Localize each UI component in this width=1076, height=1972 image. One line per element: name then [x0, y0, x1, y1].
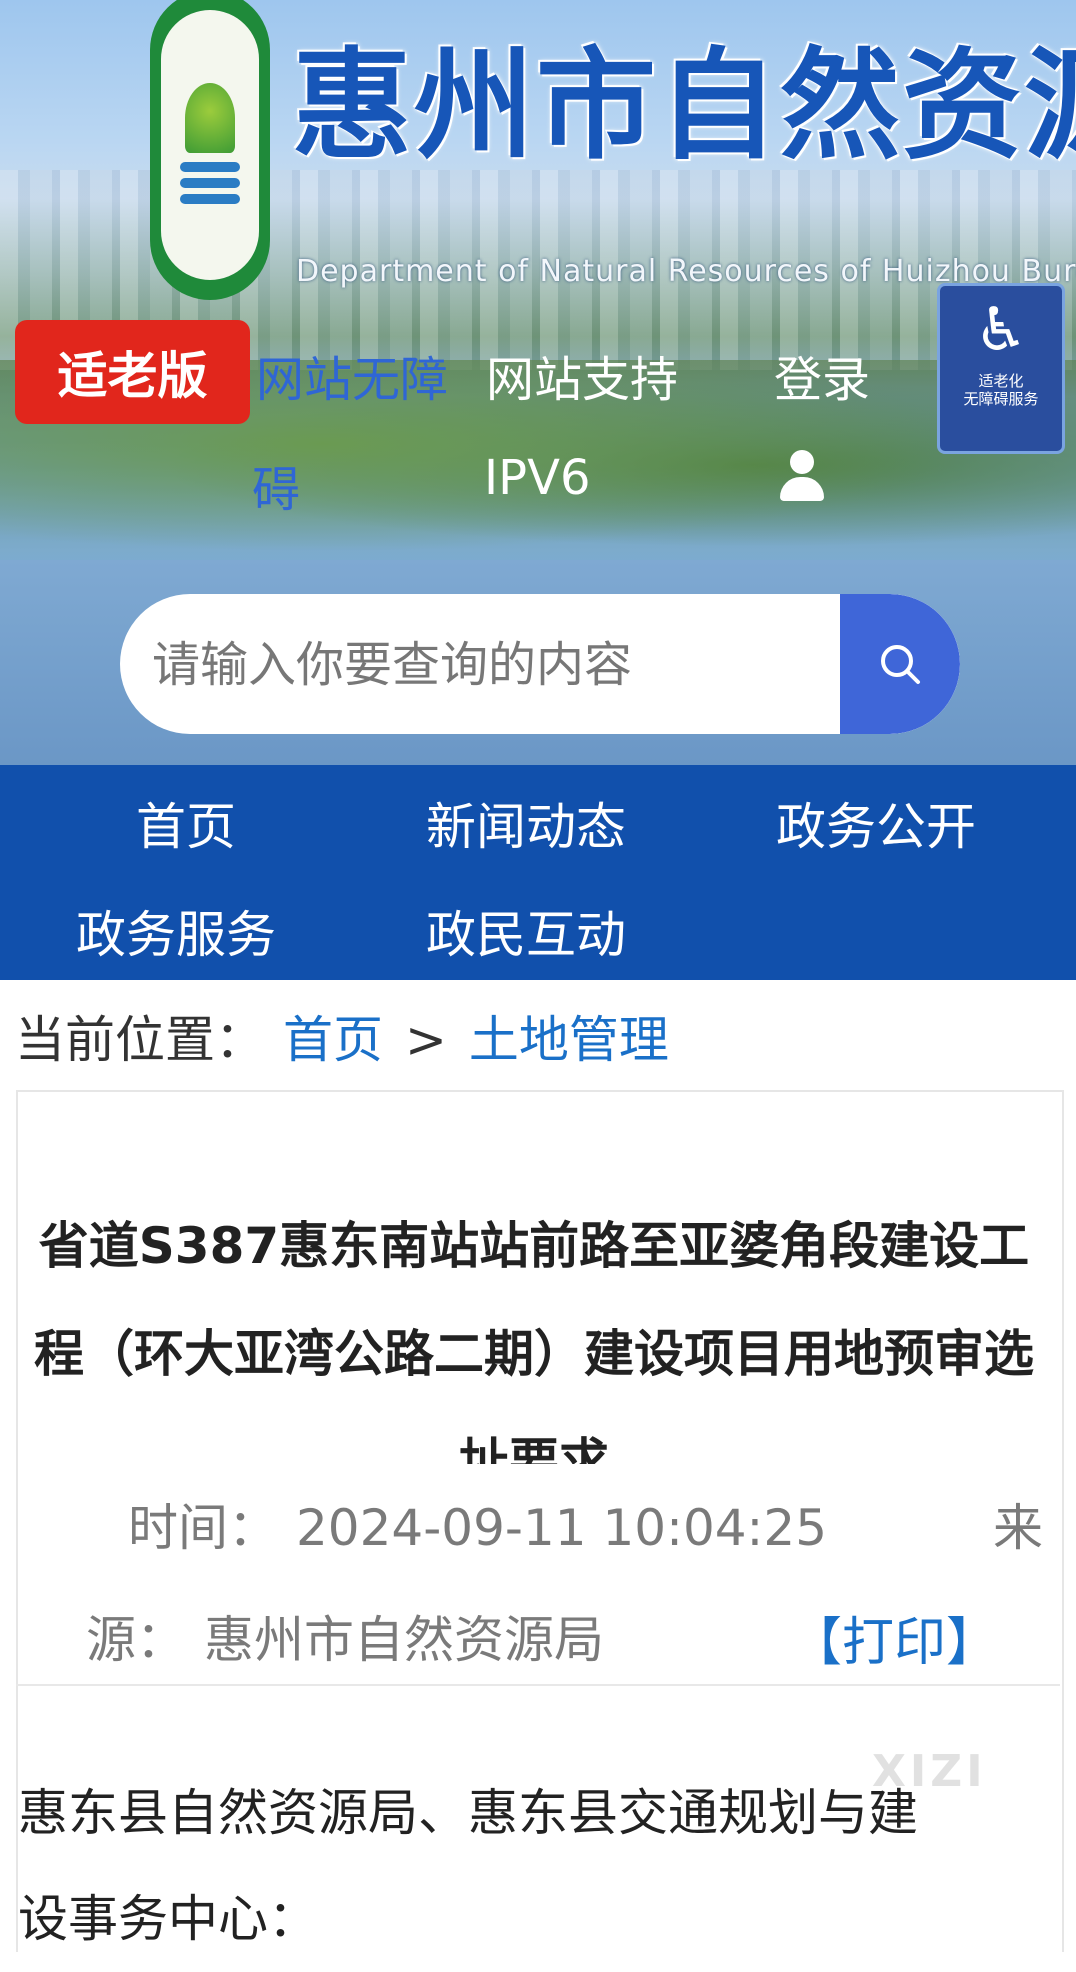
print-link[interactable]: 【打印】 [790, 1600, 998, 1675]
nav-item-gov-service[interactable]: 政务服务 [76, 895, 276, 967]
source-value: 惠州市自然资源局 [204, 1611, 604, 1669]
article-title: 省道S387惠东南站站前路至亚婆角段建设工程（环大亚湾公路二期）建设项目用地预审… [34, 1217, 1034, 1464]
time-value: 2024-09-11 10:04:25 [296, 1499, 828, 1557]
nav-item-news[interactable]: 新闻动态 [426, 787, 626, 859]
ipv6-label: IPV6 [484, 450, 591, 506]
body-line-2: 设事务中心： [18, 1890, 318, 1948]
article-body: 惠东县自然资源局、惠东县交通规划与建 设事务中心： [18, 1760, 1058, 1972]
nav-item-gov-open[interactable]: 政务公开 [776, 787, 976, 859]
breadcrumb-label: 当前位置： [15, 1011, 265, 1069]
wheelchair-icon: ♿ [974, 295, 1028, 365]
source-label: 源： [86, 1611, 186, 1669]
a11y-badge-line2: 无障碍服务 [963, 390, 1039, 408]
user-icon[interactable] [780, 450, 824, 504]
wave-icon [180, 162, 240, 172]
article-title-box: 省道S387惠东南站站前路至亚婆角段建设工程（环大亚湾公路二期）建设项目用地预审… [14, 1192, 1054, 1464]
search-input[interactable] [150, 594, 924, 734]
breadcrumb-home-link[interactable]: 首页 [283, 1011, 383, 1069]
article-source: 源： 惠州市自然资源局 [86, 1600, 604, 1672]
breadcrumb: 当前位置： 首页 > 土地管理 [15, 1000, 669, 1072]
leaf-icon [185, 83, 235, 153]
site-title: 惠州市自然资源局 [292, 37, 1076, 176]
search-icon [881, 645, 920, 684]
nav-item-home[interactable]: 首页 [136, 787, 236, 859]
body-line-1: 惠东县自然资源局、惠东县交通规划与建 [18, 1784, 918, 1842]
bureau-logo [150, 0, 270, 300]
header-banner: 惠州市自然资源局 Department of Natural Resources… [0, 0, 1076, 765]
a11y-service-badge[interactable]: ♿ 适老化 无障碍服务 [937, 283, 1065, 454]
breadcrumb-separator: > [405, 1011, 447, 1069]
website-support-link[interactable]: 网站支持 [486, 340, 678, 410]
main-nav: 首页 新闻动态 政务公开 政务服务 政民互动 [0, 765, 1076, 980]
source-label-start: 来 [993, 1499, 1043, 1557]
login-link[interactable]: 登录 [774, 340, 870, 410]
time-label: 时间： [128, 1499, 278, 1557]
accessibility-link[interactable]: 网站无障 [256, 340, 448, 410]
breadcrumb-current-link[interactable]: 土地管理 [469, 1011, 669, 1069]
article-time: 时间： 2024-09-11 10:04:25 [128, 1488, 827, 1560]
nav-item-interaction[interactable]: 政民互动 [426, 895, 626, 967]
elder-mode-button[interactable]: 适老版 [15, 320, 250, 424]
search-bar [120, 594, 960, 734]
article-divider [16, 1684, 1060, 1686]
a11y-badge-line1: 适老化 [978, 372, 1024, 390]
accessibility-link-wrap[interactable]: 碍 [252, 450, 300, 520]
